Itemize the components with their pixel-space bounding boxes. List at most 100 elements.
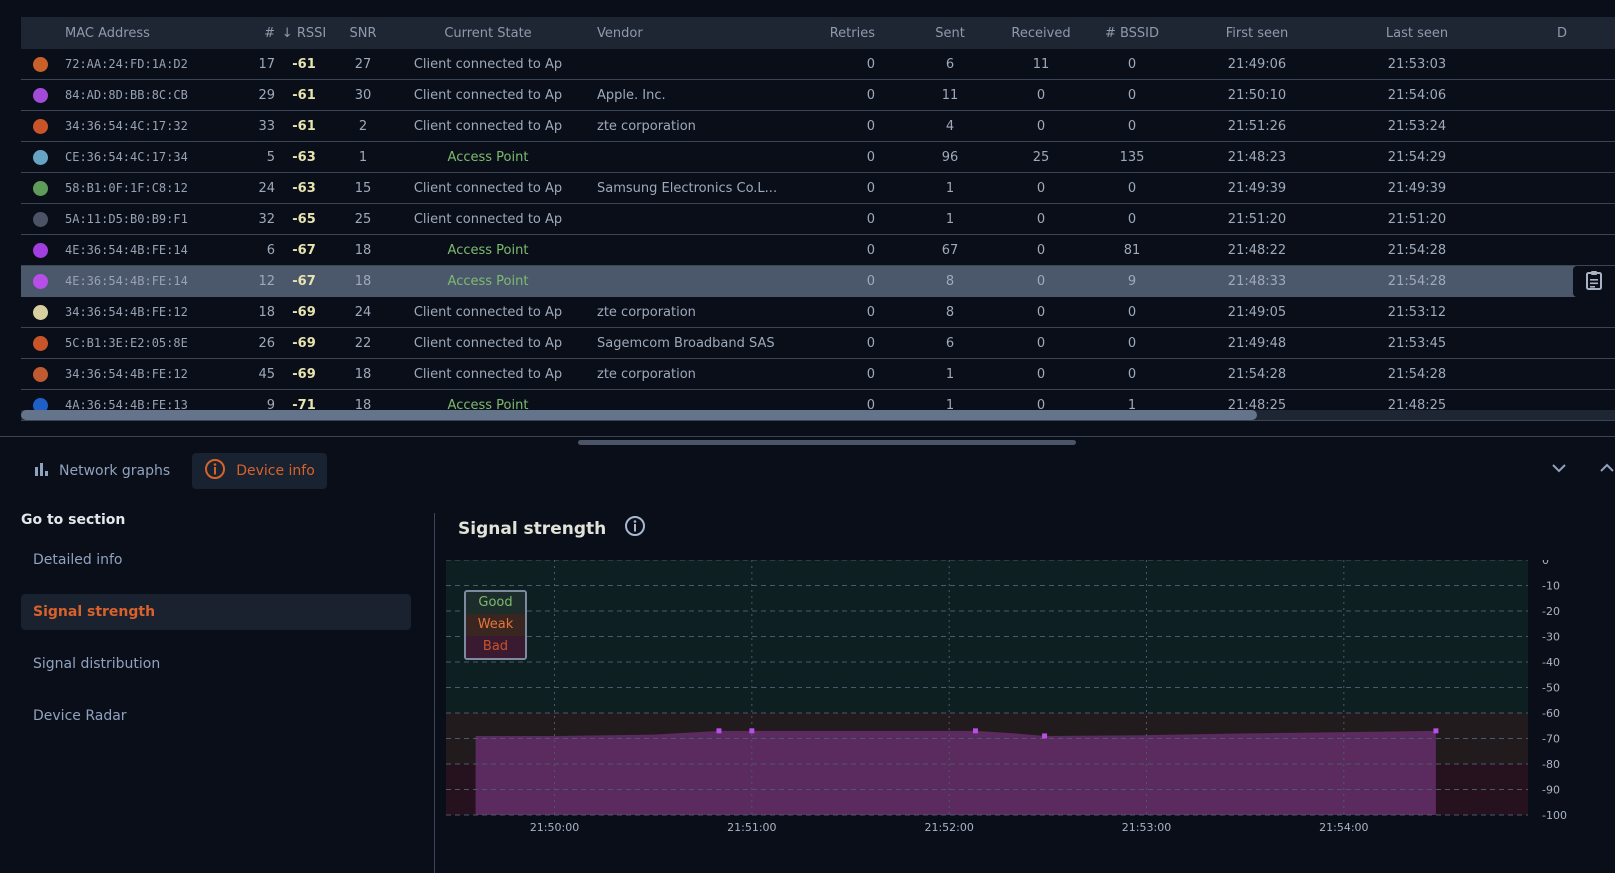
column-header-rssi[interactable]: ↓ RSSI xyxy=(275,26,333,41)
column-header-first-seen[interactable]: First seen xyxy=(1187,26,1327,41)
state-cell: Client connected to Ap xyxy=(413,118,563,134)
table-row[interactable]: 4E:36:54:4B:FE:14 6 -67 18 Access Point 0 67 0 8… xyxy=(21,235,1615,266)
num-cell: 24 xyxy=(258,180,275,196)
column-header-d[interactable]: D xyxy=(1507,26,1567,41)
rssi-cell: -69 xyxy=(292,335,316,351)
chevron-up-icon[interactable] xyxy=(1600,462,1614,477)
tab-network-graphs[interactable]: Network graphs xyxy=(21,453,182,489)
first-seen-cell: 21:49:48 xyxy=(1227,335,1287,351)
retries-cell: 0 xyxy=(866,87,875,103)
state-cell: Client connected to Ap xyxy=(413,87,563,103)
y-tick-label: -90 xyxy=(1542,784,1560,797)
copy-row-button[interactable] xyxy=(1573,266,1615,297)
rssi-cell: -67 xyxy=(292,273,316,289)
column-header-retries[interactable]: Retries xyxy=(803,26,895,41)
column-header-snr[interactable]: SNR xyxy=(333,26,393,41)
num-cell: 29 xyxy=(258,87,275,103)
bssid-cell: 9 xyxy=(1127,273,1137,289)
mac-cell: 58:B1:0F:1F:C8:12 xyxy=(65,181,188,195)
retries-cell: 0 xyxy=(866,304,875,320)
info-icon[interactable] xyxy=(624,515,646,542)
num-cell: 26 xyxy=(258,335,275,351)
retries-cell: 0 xyxy=(866,149,875,165)
column-header-bssid[interactable]: # BSSID xyxy=(1077,26,1187,41)
device-color-cell xyxy=(21,180,59,196)
num-cell: 17 xyxy=(258,56,275,72)
sent-cell: 1 xyxy=(945,366,955,382)
panel-resize-handle[interactable] xyxy=(578,440,1076,445)
column-header-last-seen[interactable]: Last seen xyxy=(1327,26,1507,41)
snr-cell: 18 xyxy=(354,366,372,382)
table-row[interactable]: 34:36:54:4B:FE:12 18 -69 24 Client connected… xyxy=(21,297,1615,328)
horizontal-scrollbar-thumb[interactable] xyxy=(21,410,1257,420)
chart-title-bar: Signal strength xyxy=(458,515,646,542)
vendor-cell: zte corporation xyxy=(597,304,696,320)
legend-weak: Weak xyxy=(466,614,525,636)
sent-cell: 67 xyxy=(941,242,959,258)
x-tick-label: 21:54:00 xyxy=(1319,821,1368,834)
table-row[interactable]: CE:36:54:4C:17:34 5 -63 1 Access Point 0 96 25 1… xyxy=(21,142,1615,173)
horizontal-scrollbar[interactable] xyxy=(21,410,1615,420)
chevron-down-icon[interactable] xyxy=(1552,462,1566,477)
vendor-cell: Samsung Electronics Co.L... xyxy=(597,180,778,196)
x-tick-label: 21:51:00 xyxy=(727,821,776,834)
tab-device-info[interactable]: Device info xyxy=(192,453,327,489)
snr-cell: 27 xyxy=(354,56,372,72)
y-tick-label: -20 xyxy=(1542,605,1560,618)
bssid-cell: 0 xyxy=(1127,304,1137,320)
mac-cell: 34:36:54:4B:FE:12 xyxy=(65,305,188,319)
rssi-cell: -69 xyxy=(292,366,316,382)
sort-descending-icon: ↓ xyxy=(281,25,293,41)
snr-cell: 15 xyxy=(354,180,372,196)
column-header-sent[interactable]: Sent xyxy=(895,26,1005,41)
section-link-device-radar[interactable]: Device Radar xyxy=(21,698,411,734)
column-header-received[interactable]: Received xyxy=(1005,26,1077,41)
device-color-dot xyxy=(32,366,48,382)
vendor-cell: zte corporation xyxy=(597,118,696,134)
last-seen-cell: 21:53:03 xyxy=(1387,56,1447,72)
num-cell: 18 xyxy=(258,304,275,320)
device-color-dot xyxy=(32,242,48,258)
last-seen-cell: 21:49:39 xyxy=(1387,180,1447,196)
column-header-mac[interactable]: MAC Address xyxy=(59,26,237,41)
column-header-state[interactable]: Current State xyxy=(393,26,583,41)
section-link-signal-distribution[interactable]: Signal distribution xyxy=(21,646,411,682)
device-color-cell xyxy=(21,273,59,289)
column-header-vendor[interactable]: Vendor xyxy=(583,26,803,41)
column-header-num[interactable]: # xyxy=(237,26,275,41)
received-cell: 0 xyxy=(1036,211,1046,227)
table-row[interactable]: 72:AA:24:FD:1A:D2 17 -61 27 Client connected… xyxy=(21,49,1615,80)
table-row[interactable]: 4E:36:54:4B:FE:14 12 -67 18 Access Point 0 8 0 9… xyxy=(21,266,1615,297)
legend-bad: Bad xyxy=(466,636,525,658)
table-row[interactable]: 5A:11:D5:B0:B9:F1 32 -65 25 Client connected… xyxy=(21,204,1615,235)
snr-cell: 1 xyxy=(358,149,368,165)
table-row[interactable]: 34:36:54:4B:FE:12 45 -69 18 Client connected… xyxy=(21,359,1615,390)
snr-cell: 18 xyxy=(354,273,372,289)
snr-cell: 22 xyxy=(354,335,372,351)
device-color-cell xyxy=(21,304,59,320)
state-cell: Access Point xyxy=(447,273,529,289)
bssid-cell: 0 xyxy=(1127,366,1137,382)
section-link-detailed-info[interactable]: Detailed info xyxy=(21,542,411,578)
table-row[interactable]: 58:B1:0F:1F:C8:12 24 -63 15 Client connected… xyxy=(21,173,1615,204)
retries-cell: 0 xyxy=(866,118,875,134)
mac-cell: 72:AA:24:FD:1A:D2 xyxy=(65,57,188,71)
vendor-cell: Apple. Inc. xyxy=(597,87,666,103)
state-cell: Client connected to Ap xyxy=(413,366,563,382)
snr-cell: 24 xyxy=(354,304,372,320)
last-seen-cell: 21:51:20 xyxy=(1387,211,1447,227)
table-row[interactable]: 84:AD:8D:BB:8C:CB 29 -61 30 Client connected… xyxy=(21,80,1615,111)
table-row[interactable]: 34:36:54:4C:17:32 33 -61 2 Client connected … xyxy=(21,111,1615,142)
rssi-cell: -63 xyxy=(292,149,316,165)
mac-cell: CE:36:54:4C:17:34 xyxy=(65,150,188,164)
sent-cell: 1 xyxy=(945,180,955,196)
mac-cell: 84:AD:8D:BB:8C:CB xyxy=(65,88,188,102)
device-color-dot xyxy=(32,56,48,72)
bssid-cell: 0 xyxy=(1127,56,1137,72)
section-link-signal-strength[interactable]: Signal strength xyxy=(21,594,411,630)
vendor-cell: zte corporation xyxy=(597,366,696,382)
info-circle-icon xyxy=(204,458,226,484)
vendor-cell: Sagemcom Broadband SAS xyxy=(597,335,775,351)
table-row[interactable]: 5C:B1:3E:E2:05:8E 26 -69 22 Client connected… xyxy=(21,328,1615,359)
rssi-point xyxy=(972,728,978,734)
